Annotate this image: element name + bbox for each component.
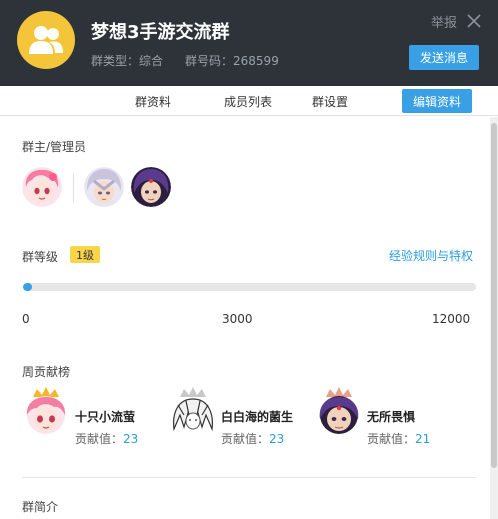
pink-girl-portrait	[22, 167, 62, 207]
group-type-label: 群类型：	[91, 54, 140, 68]
contributor-score: 贡献值：21	[367, 430, 430, 447]
group-type-value: 综合	[139, 54, 164, 68]
level-progress-fill	[23, 283, 33, 291]
report-link[interactable]: 举报	[431, 12, 457, 31]
contributor-score: 贡献值：23	[221, 430, 284, 447]
experience-rules-link[interactable]: 经验规则与特权	[389, 247, 473, 264]
scrollbar-thumb[interactable]	[491, 123, 497, 468]
edit-profile-button[interactable]: 编辑资料	[402, 89, 472, 113]
group-header: 梦想3手游交流群 群类型：综合 群号码：268599 举报 发送消息	[0, 0, 498, 86]
contributor-avatar[interactable]	[168, 385, 218, 435]
owner-admin-separator	[73, 173, 74, 203]
admin-avatar[interactable]	[131, 167, 171, 207]
contributor-score-value: 23	[269, 432, 285, 446]
purple-hair-portrait	[131, 167, 171, 207]
group-type: 群类型：综合	[91, 52, 163, 69]
tab-member-list[interactable]: 成员列表	[224, 93, 272, 110]
send-message-button[interactable]: 发送消息	[409, 45, 479, 70]
progress-tick-min: 0	[22, 312, 30, 326]
group-info-panel: 群主/管理员 群等级 1级 经验规则与特权 0 3000 12000 周贡献榜 …	[0, 117, 490, 519]
admin-avatar[interactable]	[84, 167, 124, 207]
group-title: 梦想3手游交流群	[91, 22, 230, 43]
contributor-score-label: 贡献值：	[221, 432, 270, 446]
contributor-score-value: 21	[415, 432, 431, 446]
contributor-score-label: 贡献值：	[75, 432, 124, 446]
contributor-name[interactable]: 无所畏惧	[367, 408, 415, 425]
contributor-avatar[interactable]	[314, 385, 364, 435]
intro-heading: 群简介	[22, 500, 59, 514]
contributor-avatar[interactable]	[21, 385, 71, 435]
close-icon[interactable]	[467, 14, 481, 28]
progress-tick-max: 12000	[432, 312, 471, 326]
silver-hair-portrait	[84, 167, 124, 207]
weekly-ranking-heading: 周贡献榜	[22, 365, 71, 379]
group-avatar[interactable]	[17, 11, 75, 69]
level-progress-bar	[23, 283, 476, 291]
group-number-label: 群号码：	[185, 54, 234, 68]
contributor-score-value: 23	[123, 432, 139, 446]
tab-group-settings[interactable]: 群设置	[312, 93, 348, 110]
owners-heading: 群主/管理员	[22, 140, 87, 154]
level-badge: 1级	[70, 246, 100, 263]
contributor-name[interactable]: 十只小流萤	[75, 408, 135, 425]
progress-tick-mid: 3000	[222, 312, 253, 326]
section-divider	[22, 477, 476, 478]
owner-avatar[interactable]	[22, 167, 62, 207]
contributor-score: 贡献值：23	[75, 430, 138, 447]
group-members-icon	[29, 26, 63, 54]
group-number: 群号码：268599	[185, 52, 279, 69]
group-number-value: 268599	[233, 54, 279, 68]
level-heading: 群等级	[22, 250, 59, 264]
tab-group-info[interactable]: 群资料	[135, 93, 171, 110]
contributor-score-label: 贡献值：	[367, 432, 416, 446]
contributor-name[interactable]: 白白海的菌生	[221, 408, 293, 425]
